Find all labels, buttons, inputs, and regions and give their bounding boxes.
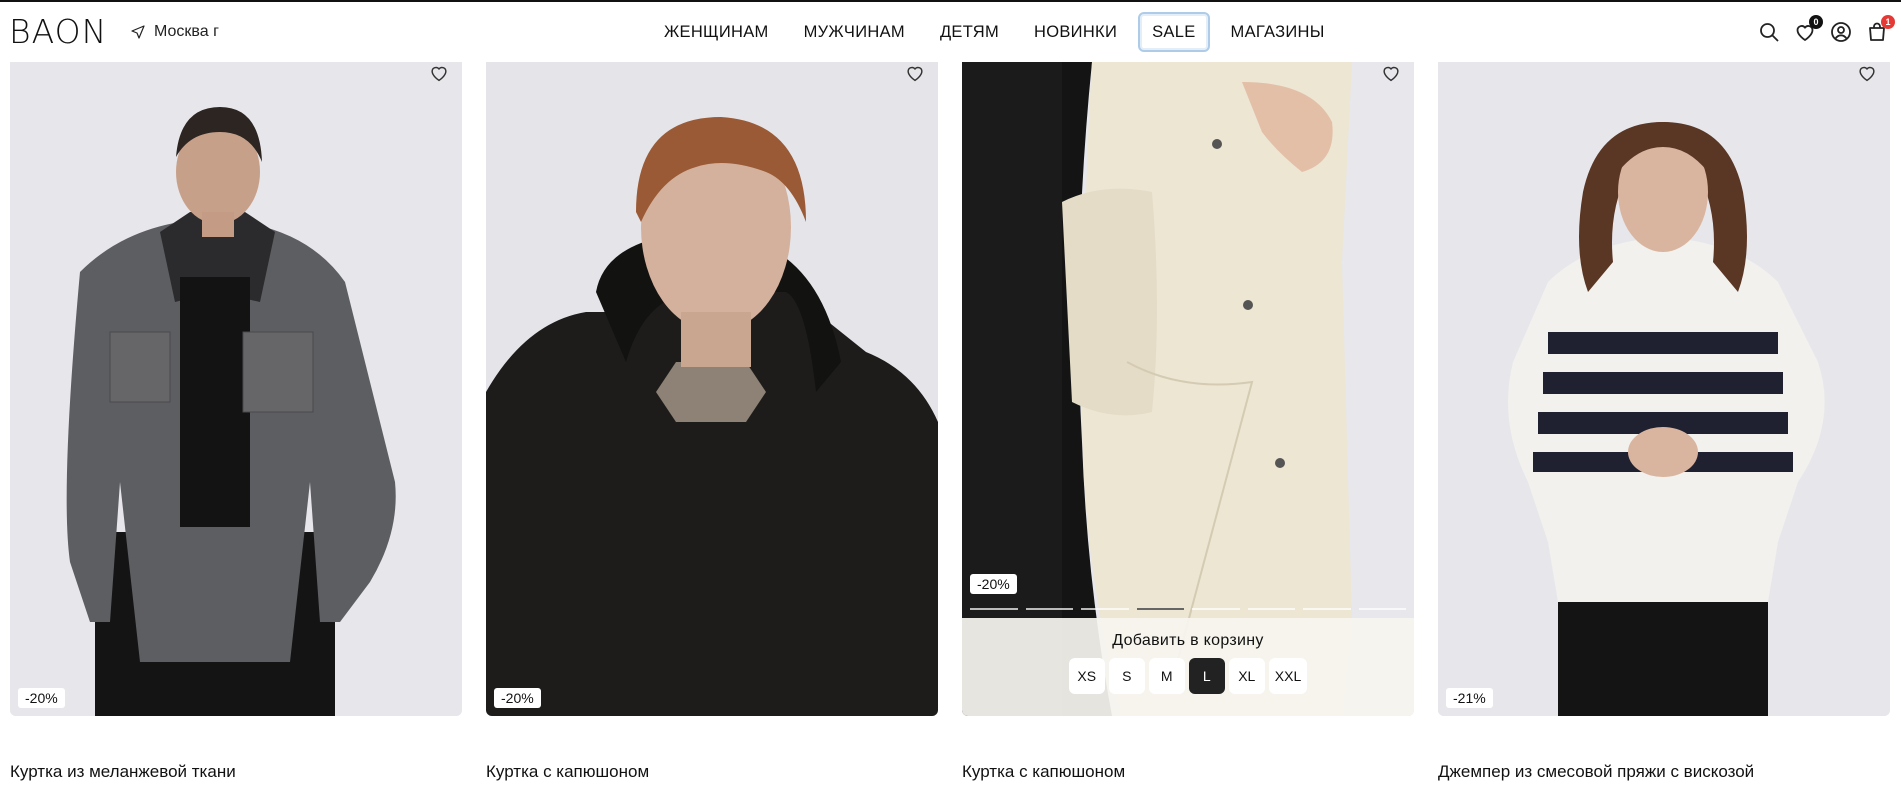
gallery-dot[interactable] [1358,608,1406,610]
logo[interactable]: BAON [9,12,107,52]
cart-button[interactable]: 1 [1865,15,1895,44]
location-selector[interactable]: Москва г [130,20,219,44]
location-label: Москва г [154,23,219,40]
product-grid: -20% Куртка из меланжевой ткани -20% Кур… [10,62,1890,802]
product-card[interactable]: -20% Куртка с капюшоном [486,62,938,802]
product-photo-black-hooded-jacket [486,62,938,716]
product-photo-striped-sweater [1438,62,1890,716]
heart-icon [907,66,923,82]
product-card[interactable]: -20% Куртка из меланжевой ткани [10,62,462,802]
gallery-dot[interactable] [1303,608,1351,610]
gallery-indicator [970,608,1406,611]
size-option-l[interactable]: L [1188,658,1225,694]
size-option-s[interactable]: S [1108,658,1145,694]
favorites-count-badge: 0 [1809,15,1823,29]
discount-badge: -21% [1446,688,1493,708]
product-photo-grey-jacket [10,62,462,716]
product-title[interactable]: Куртка с капюшоном [486,762,649,782]
gallery-dot[interactable] [1192,608,1240,610]
favorite-button[interactable] [904,62,928,86]
gallery-dot[interactable] [1081,608,1129,610]
favorite-button[interactable] [1856,62,1880,86]
nav-men[interactable]: МУЖЧИНАМ [790,12,919,52]
favorite-button[interactable] [428,62,452,86]
discount-badge: -20% [494,688,541,708]
heart-icon [1859,66,1875,82]
heart-icon [431,66,447,82]
gallery-dot[interactable] [970,608,1018,610]
navigation-arrow-icon [131,25,145,39]
gallery-dot[interactable] [1247,608,1295,610]
heart-icon [1383,66,1399,82]
size-option-xxl[interactable]: XXL [1268,658,1308,694]
product-image[interactable]: -20% [486,62,938,716]
nav-women[interactable]: ЖЕНЩИНАМ [650,12,783,52]
product-card[interactable]: -20% Добавить в корзину XS S M L XL XXL … [962,62,1414,802]
favorite-button[interactable] [1380,62,1404,86]
product-image[interactable]: -20% Добавить в корзину XS S M L XL XXL [962,62,1414,716]
discount-badge: -20% [18,688,65,708]
size-option-m[interactable]: M [1148,658,1185,694]
size-selector: XS S M L XL XXL [962,658,1414,694]
cart-count-badge: 1 [1881,15,1895,29]
product-card[interactable]: -21% Джемпер из смесовой пряжи с вискозо… [1438,62,1890,802]
user-icon [1831,22,1851,42]
nav-new[interactable]: НОВИНКИ [1020,12,1131,52]
nav-sale[interactable]: SALE [1138,12,1210,52]
product-image[interactable]: -21% [1438,62,1890,716]
site-header: BAON Москва г ЖЕНЩИНАМ МУЖЧИНАМ ДЕТЯМ НО… [0,2,1901,62]
size-option-xl[interactable]: XL [1228,658,1265,694]
search-button[interactable] [1757,20,1781,44]
gallery-dot[interactable] [1136,608,1184,610]
favorites-button[interactable]: 0 [1793,15,1823,44]
gallery-dot[interactable] [1025,608,1073,610]
add-to-cart-label: Добавить в корзину [1112,632,1264,649]
nav-stores[interactable]: МАГАЗИНЫ [1217,12,1339,52]
product-title[interactable]: Джемпер из смесовой пряжи с вискозой [1438,762,1754,782]
add-to-cart-panel: Добавить в корзину XS S M L XL XXL [962,618,1414,716]
product-title[interactable]: Куртка из меланжевой ткани [10,762,236,782]
size-option-xs[interactable]: XS [1068,658,1105,694]
account-button[interactable] [1829,20,1853,44]
nav-kids[interactable]: ДЕТЯМ [926,12,1013,52]
product-image[interactable]: -20% [10,62,462,716]
search-icon [1760,23,1779,42]
header-actions: 0 1 [1757,15,1895,48]
product-title[interactable]: Куртка с капюшоном [962,762,1125,782]
discount-badge: -20% [970,574,1017,594]
main-nav: ЖЕНЩИНАМ МУЖЧИНАМ ДЕТЯМ НОВИНКИ SALE МАГ… [650,12,1346,52]
